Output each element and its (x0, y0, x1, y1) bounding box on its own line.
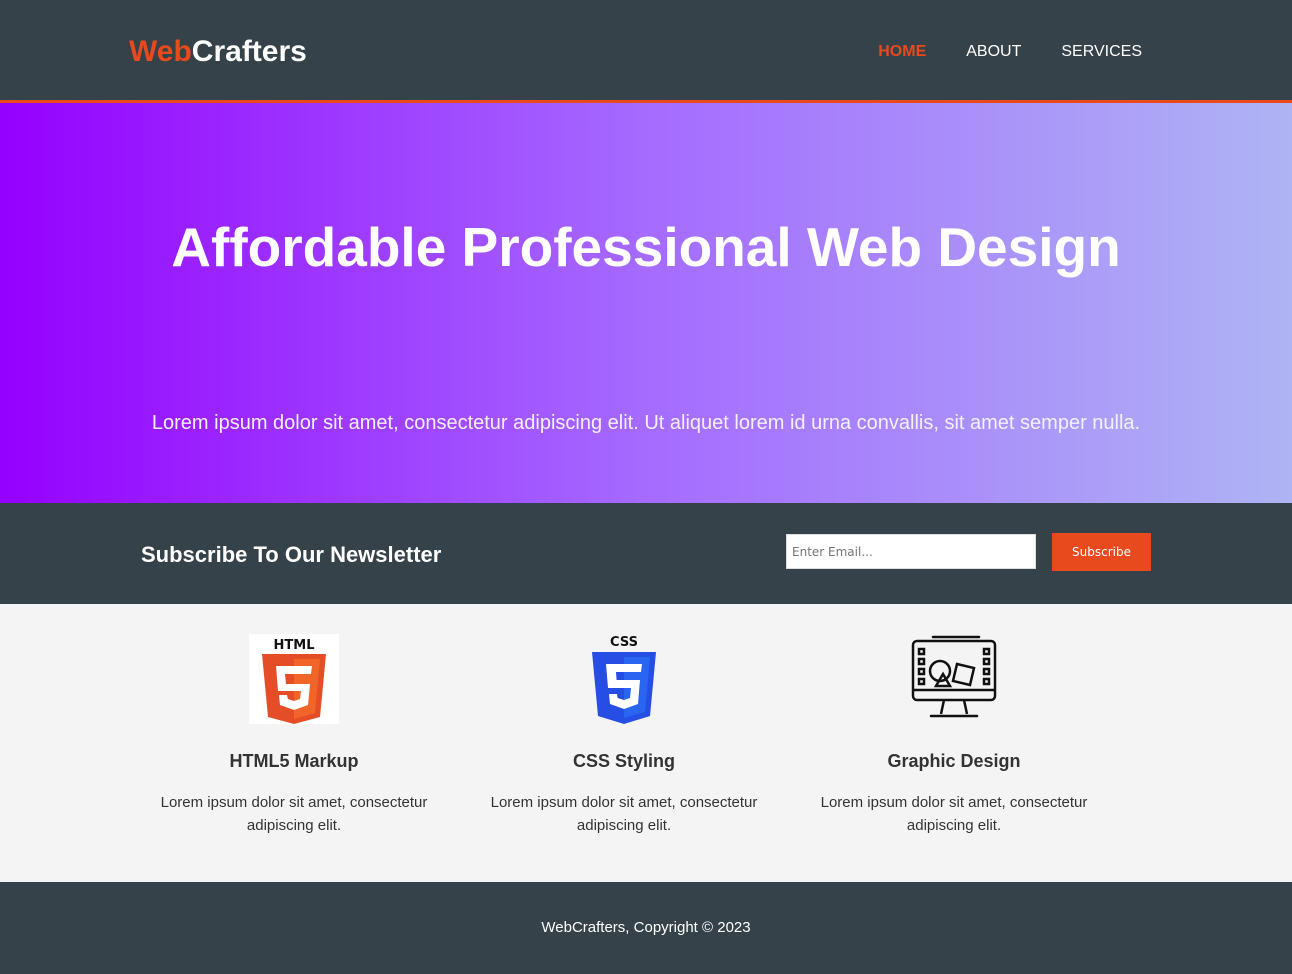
site-header: WebCrafters HOME ABOUT SERVICES (0, 0, 1292, 103)
copyright-text: WebCrafters, Copyright © 2023 (541, 919, 751, 936)
html5-icon: HTML (249, 634, 339, 724)
service-box-html: HTML HTML5 Markup Lorem ipsum dolor sit … (144, 634, 444, 837)
nav-link-services[interactable]: SERVICES (1061, 42, 1142, 62)
service-title: CSS Styling (572, 751, 675, 771)
css3-icon: CSS (592, 635, 656, 724)
service-title: Graphic Design (887, 751, 1021, 771)
service-box-css: CSS CSS Styling Lorem ipsum dolor sit am… (474, 634, 774, 837)
services-boxes: HTML HTML5 Markup Lorem ipsum dolor sit … (0, 604, 1292, 882)
hero-subtitle: Lorem ipsum dolor sit amet, consectetur … (151, 412, 1141, 434)
service-title: HTML5 Markup (229, 751, 359, 771)
subscribe-button[interactable]: Subscribe (1052, 533, 1151, 571)
service-box-graphic: Graphic Design Lorem ipsum dolor sit ame… (804, 634, 1104, 837)
hero-banner: Affordable Professional Web Design Lorem… (0, 103, 1292, 503)
email-input[interactable] (786, 534, 1036, 569)
nav-link-home[interactable]: HOME (878, 42, 926, 62)
logo-rest: Crafters (191, 35, 307, 68)
site-footer: WebCrafters, Copyright © 2023 (0, 882, 1292, 974)
css3-icon-label: CSS (610, 635, 638, 650)
hero-title: Affordable Professional Web Design (171, 216, 1121, 278)
nav-link-about[interactable]: ABOUT (966, 42, 1021, 62)
service-text: Lorem ipsum dolor sit amet, consectetur … (490, 794, 758, 834)
logo-highlight: Web (129, 35, 192, 68)
newsletter-heading: Subscribe To Our Newsletter (141, 542, 442, 567)
main-nav: HOME ABOUT SERVICES (838, 42, 1142, 62)
graphic-design-monitor-icon (911, 635, 997, 718)
service-text: Lorem ipsum dolor sit amet, consectetur … (160, 794, 428, 834)
newsletter-section: Subscribe To Our Newsletter Subscribe (0, 503, 1292, 604)
service-text: Lorem ipsum dolor sit amet, consectetur … (820, 794, 1088, 834)
site-logo[interactable]: WebCrafters (129, 35, 307, 69)
html5-icon-label: HTML (274, 638, 315, 653)
